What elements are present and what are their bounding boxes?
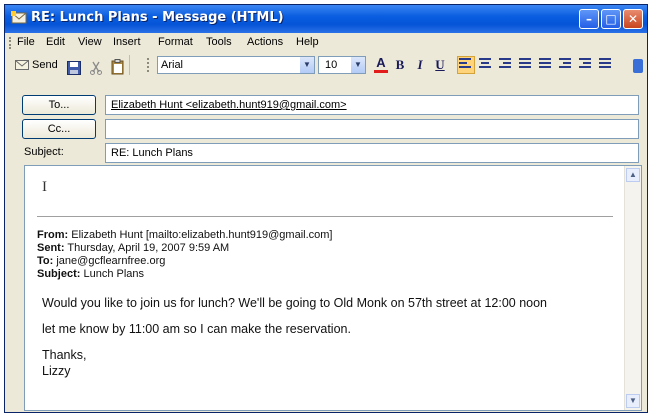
title-bar[interactable]: RE: Lunch Plans - Message (HTML) – □ ✕ (5, 5, 647, 33)
font-name-value: Arial (161, 59, 184, 71)
italic-button[interactable]: I (411, 56, 429, 74)
toolbar-grip (147, 58, 150, 72)
increase-indent-icon[interactable] (579, 58, 593, 72)
chevron-down-icon[interactable]: ▼ (351, 57, 365, 73)
subject-quoted-label: Subject: (37, 268, 81, 280)
menu-help[interactable]: Help (296, 36, 319, 48)
align-center-icon[interactable] (479, 58, 493, 72)
toolbar-options-icon[interactable] (633, 59, 643, 73)
menu-edit[interactable]: Edit (46, 36, 65, 48)
font-color-glyph: A (376, 55, 386, 70)
quoted-to: To: jane@gcflearnfree.org (37, 255, 165, 267)
message-line-1: Would you like to join us for lunch? We'… (42, 296, 548, 310)
chevron-down-icon[interactable]: ▼ (300, 57, 314, 73)
cut-icon[interactable] (89, 59, 103, 77)
maximize-button[interactable]: □ (601, 9, 621, 29)
message-body[interactable]: I From: Elizabeth Hunt [mailto:elizabeth… (24, 165, 642, 411)
save-icon[interactable] (67, 59, 81, 77)
font-color-button[interactable]: A (371, 55, 391, 74)
send-button[interactable]: Send (15, 56, 61, 74)
formatting-toolbar: Send Arial ▼ 10 ▼ A B I U (5, 53, 647, 77)
bulleted-list-icon[interactable] (539, 58, 553, 72)
from-value: Elizabeth Hunt [mailto:elizabeth.hunt919… (71, 229, 333, 241)
message-header: To... Elizabeth Hunt <elizabeth.hunt919@… (5, 79, 647, 165)
to-button[interactable]: To... (22, 95, 96, 115)
cc-field[interactable] (105, 119, 639, 139)
font-size-value: 10 (325, 59, 338, 71)
menu-bar: File Edit View Insert Format Tools Actio… (5, 34, 647, 52)
window-title: RE: Lunch Plans - Message (HTML) (31, 10, 284, 25)
decrease-indent-icon[interactable] (559, 58, 573, 72)
to-value: jane@gcflearnfree.org (56, 255, 166, 267)
to-field[interactable]: Elizabeth Hunt <elizabeth.hunt919@gmail.… (105, 95, 639, 115)
send-label: Send (32, 59, 58, 71)
message-line-2: let me know by 11:00 am so I can make th… (42, 322, 351, 336)
scroll-down-icon[interactable]: ▼ (626, 394, 640, 408)
font-size-select[interactable]: 10 ▼ (318, 56, 366, 74)
menu-grip (9, 37, 14, 49)
menu-view[interactable]: View (78, 36, 102, 48)
sent-label: Sent: (37, 242, 65, 254)
highlight-icon[interactable] (599, 58, 613, 72)
quoted-from: From: Elizabeth Hunt [mailto:elizabeth.h… (37, 229, 332, 241)
font-color-swatch (374, 70, 388, 73)
vertical-scrollbar[interactable]: ▲ ▼ (624, 166, 641, 410)
subject-field[interactable]: RE: Lunch Plans (105, 143, 639, 163)
menu-actions[interactable]: Actions (247, 36, 283, 48)
sent-value: Thursday, April 19, 2007 9:59 AM (67, 242, 230, 254)
underline-button[interactable]: U (431, 56, 449, 74)
align-right-icon[interactable] (499, 58, 513, 72)
send-icon (15, 60, 29, 70)
reply-divider (37, 216, 613, 217)
message-line-3: Thanks, (42, 348, 87, 362)
subject-quoted-value: Lunch Plans (83, 268, 145, 280)
bold-button[interactable]: B (391, 56, 409, 74)
paste-icon[interactable] (111, 58, 125, 76)
menu-insert[interactable]: Insert (113, 36, 141, 48)
minimize-button[interactable]: – (579, 9, 599, 29)
toolbar-separator (129, 55, 130, 75)
menu-format[interactable]: Format (158, 36, 193, 48)
quoted-subject: Subject: Lunch Plans (37, 268, 144, 280)
menu-tools[interactable]: Tools (206, 36, 232, 48)
from-label: From: (37, 229, 69, 241)
align-left-icon[interactable] (457, 56, 475, 74)
message-line-4: Lizzy (42, 364, 71, 378)
to-label: To: (37, 255, 54, 267)
font-name-select[interactable]: Arial ▼ (157, 56, 315, 74)
cc-button[interactable]: Cc... (22, 119, 96, 139)
message-window: RE: Lunch Plans - Message (HTML) – □ ✕ F… (4, 4, 648, 413)
subject-label: Subject: (24, 146, 64, 158)
quoted-sent: Sent: Thursday, April 19, 2007 9:59 AM (37, 242, 229, 254)
scroll-up-icon[interactable]: ▲ (626, 168, 640, 182)
menu-file[interactable]: File (17, 36, 35, 48)
envelope-icon (11, 11, 27, 24)
close-button[interactable]: ✕ (623, 9, 643, 29)
numbered-list-icon[interactable] (519, 58, 533, 72)
text-cursor-icon: I (42, 179, 47, 195)
